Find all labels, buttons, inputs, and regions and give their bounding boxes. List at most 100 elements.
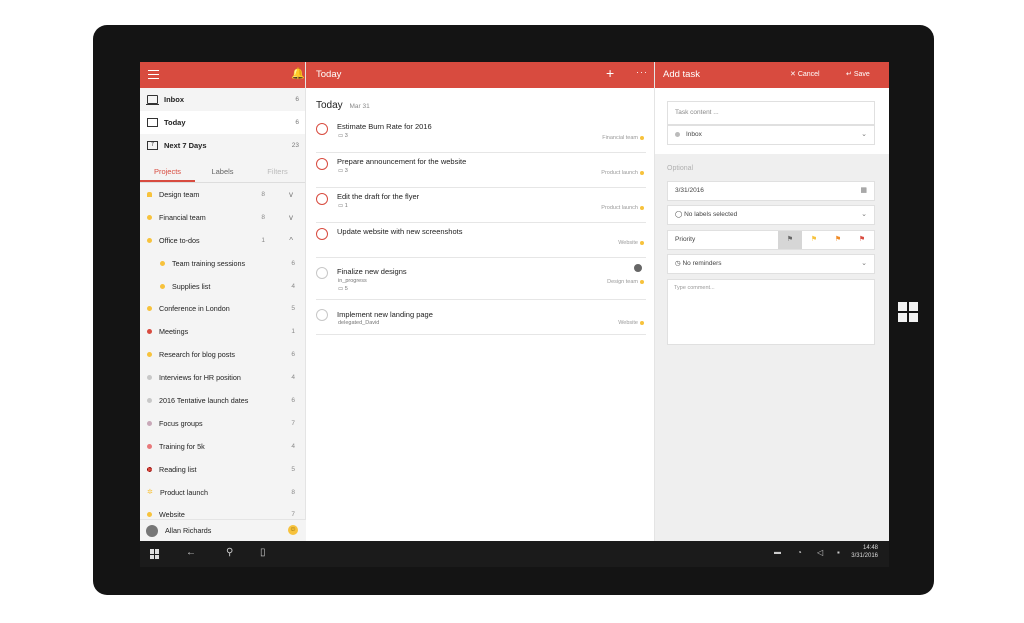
- volume-icon[interactable]: ◁: [817, 548, 823, 557]
- task-title: Edit the draft for the flyer: [337, 192, 420, 201]
- task-title: Estimate Burn Rate for 2016: [337, 122, 432, 131]
- due-date-field[interactable]: 3/31/2016 ▦: [667, 181, 875, 201]
- search-icon[interactable]: ⚲: [226, 547, 233, 558]
- task-row[interactable]: Edit the draft for the flyer ▭ 1 Product…: [316, 188, 646, 223]
- project-color-dot: [147, 214, 152, 220]
- user-bar[interactable]: Allan Richards ☺: [140, 519, 306, 541]
- project-label: Office to-dos: [159, 235, 200, 245]
- project-item[interactable]: Conference in London 5: [140, 297, 305, 320]
- flag-icon[interactable]: ⚑: [778, 231, 802, 249]
- battery-icon[interactable]: ▬: [774, 549, 781, 556]
- project-count: 4: [291, 282, 295, 290]
- project-item[interactable]: Supplies list 4: [140, 275, 305, 298]
- task-project: Product launch: [601, 205, 644, 211]
- calendar-icon[interactable]: ▦: [860, 182, 867, 200]
- project-item[interactable]: Interviews for HR position 4: [140, 366, 305, 389]
- project-item[interactable]: Financial team 8 v: [140, 206, 305, 229]
- task-checkbox[interactable]: [316, 193, 328, 205]
- sidebar: 🔔 Inbox 6 Today 6 7 Next 7 Days 23 Proje…: [140, 62, 306, 541]
- task-checkbox[interactable]: [316, 158, 328, 170]
- notification-bell-icon[interactable]: 🔔: [291, 68, 305, 80]
- flag-icon[interactable]: ⚑: [850, 231, 874, 249]
- project-item[interactable]: Reading list 5: [140, 458, 305, 481]
- comment-textarea[interactable]: Type comment...: [667, 279, 875, 345]
- project-color-dot: [147, 329, 152, 335]
- clock[interactable]: 14:48 3/31/2016: [830, 544, 878, 560]
- task-comments: ▭ 3: [338, 133, 348, 139]
- wifi-icon[interactable]: ◔: [797, 548, 802, 557]
- back-arrow-icon[interactable]: ←: [186, 547, 196, 558]
- project-select[interactable]: Inbox ⌄: [667, 125, 875, 145]
- project-color-dot: [675, 131, 680, 137]
- project-color-dot: [147, 352, 152, 358]
- star-icon: [640, 170, 644, 175]
- chevron-down-icon[interactable]: v: [289, 213, 293, 222]
- reminders-select[interactable]: ◷ No reminders ⌄: [667, 254, 875, 274]
- flag-icon[interactable]: ⚑: [802, 231, 826, 249]
- project-count: 6: [291, 351, 295, 359]
- project-color-dot: [640, 240, 644, 245]
- add-icon[interactable]: +: [606, 66, 614, 80]
- nav-item-next-7-days[interactable]: 7 Next 7 Days 23: [140, 134, 305, 157]
- save-button[interactable]: ↵ Save: [846, 70, 870, 78]
- windows-logo-icon[interactable]: [898, 302, 918, 322]
- task-content-input[interactable]: Task content ...: [667, 101, 875, 125]
- project-item[interactable]: Focus groups 7: [140, 412, 305, 435]
- task-row[interactable]: Finalize new designs in_progress ▭ 5 Des…: [316, 258, 646, 300]
- task-checkbox[interactable]: [316, 309, 328, 321]
- task-comment-count: 3: [344, 133, 348, 139]
- project-label: Conference in London: [159, 304, 230, 314]
- task-checkbox[interactable]: [316, 123, 328, 135]
- project-item[interactable]: Training for 5k 4: [140, 435, 305, 458]
- labels-select[interactable]: ◯ No labels selected ⌄: [667, 205, 875, 225]
- hamburger-menu-icon[interactable]: [148, 70, 159, 79]
- task-comment-count: 3: [344, 168, 348, 174]
- day-title: Today: [316, 100, 343, 111]
- project-item[interactable]: Meetings 1: [140, 320, 305, 343]
- sidebar-tabs: Projects Labels Filters: [140, 161, 305, 183]
- tab-projects[interactable]: Projects: [140, 161, 195, 182]
- project-count: 5: [291, 305, 295, 313]
- day-date: Mar 31: [349, 103, 370, 110]
- flag-icon[interactable]: ⚑: [826, 231, 850, 249]
- project-count: 7: [291, 419, 295, 427]
- star-icon: ✲: [147, 488, 153, 496]
- cancel-button[interactable]: ✕ Cancel: [790, 70, 820, 78]
- project-label: Focus groups: [159, 418, 203, 428]
- project-color-dot: [147, 443, 152, 449]
- tab-labels[interactable]: Labels: [195, 161, 250, 182]
- project-count: 7: [291, 511, 295, 519]
- add-task-panel: Add task ✕ Cancel ↵ Save Task content ..…: [655, 62, 889, 541]
- task-checkbox[interactable]: [316, 267, 328, 279]
- start-icon[interactable]: [150, 549, 160, 559]
- tab-filters[interactable]: Filters: [250, 161, 305, 182]
- more-icon[interactable]: ···: [636, 67, 648, 77]
- smiley-icon[interactable]: ☺: [288, 525, 298, 535]
- project-label: Product launch: [160, 487, 208, 497]
- nav-item-inbox[interactable]: Inbox 6: [140, 88, 305, 111]
- chevron-down-icon[interactable]: v: [289, 190, 293, 199]
- clock-time: 14:48: [862, 545, 878, 551]
- project-select-value: Inbox: [686, 131, 702, 138]
- project-item[interactable]: Team training sessions 6: [140, 252, 305, 275]
- project-item[interactable]: Design team 8 v: [140, 183, 305, 206]
- task-row[interactable]: Update website with new screenshots Webs…: [316, 223, 646, 258]
- chevron-up-icon[interactable]: ^: [289, 236, 293, 245]
- task-list-header: Today + ···: [306, 62, 654, 88]
- task-view-icon[interactable]: ▯: [260, 547, 266, 558]
- task-row[interactable]: Implement new landing page delegated_Dav…: [316, 300, 646, 335]
- project-item[interactable]: 2016 Tentative launch dates 6: [140, 389, 305, 412]
- nav-label: Next 7 Days: [164, 141, 207, 150]
- project-item[interactable]: Office to-dos 1 ^: [140, 229, 305, 252]
- task-row[interactable]: Estimate Burn Rate for 2016 ▭ 3 Financia…: [316, 118, 646, 153]
- task-row[interactable]: Prepare announcement for the website ▭ 3…: [316, 153, 646, 188]
- task-project-label: Website: [618, 320, 638, 326]
- nav-item-today[interactable]: Today 6: [140, 111, 305, 134]
- task-checkbox[interactable]: [316, 228, 328, 240]
- person-icon: [147, 191, 152, 197]
- label-icon: ◯: [675, 211, 685, 218]
- project-item[interactable]: ✲ Product launch 8: [140, 481, 305, 504]
- enter-icon: ↵: [846, 71, 854, 78]
- comment-icon: ▭: [338, 168, 345, 174]
- project-item[interactable]: Research for blog posts 6: [140, 343, 305, 366]
